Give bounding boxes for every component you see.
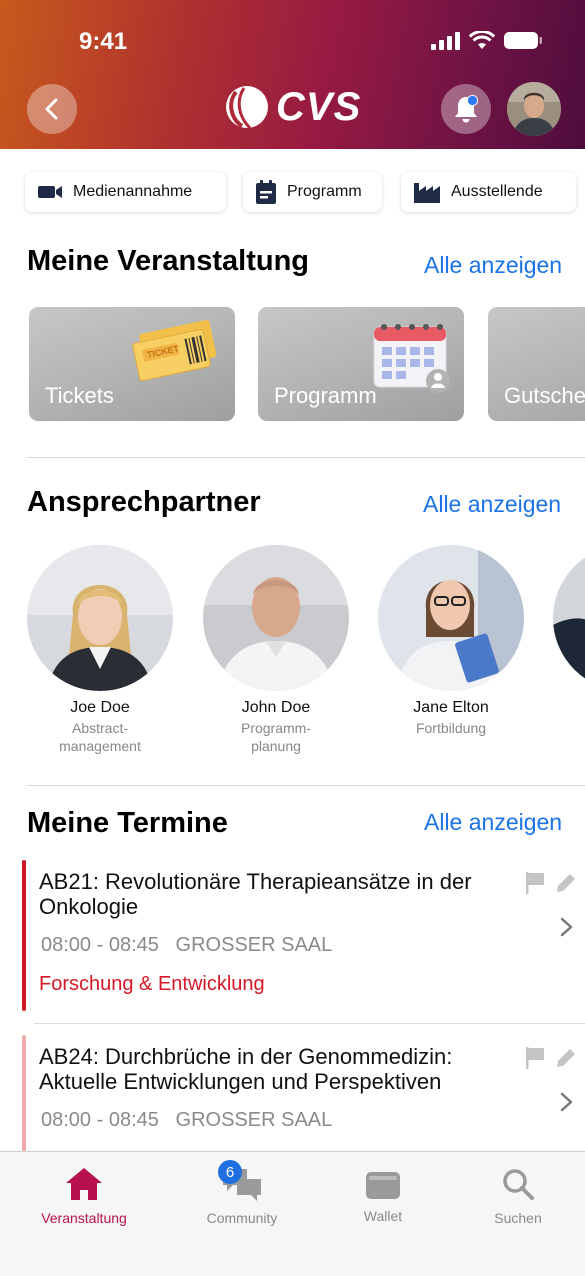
contact-photo [553, 545, 585, 691]
video-camera-icon [38, 186, 62, 198]
contact-role: Programm- planung [240, 720, 311, 754]
chip-medienannahme[interactable]: Medienannahme [25, 172, 226, 212]
calendar-icon [373, 324, 450, 393]
appointment-accent-bar [22, 860, 26, 1011]
appointment-time: 08:00 - 08:45 [41, 934, 159, 956]
contacts-section-title: Ansprechpartner [27, 486, 261, 518]
notification-dot [467, 95, 478, 106]
avatar-image [507, 82, 561, 136]
chip-programm[interactable]: Programm [243, 172, 382, 212]
notifications-button[interactable] [441, 84, 491, 134]
contact-card[interactable]: Jane Elton Fortbildung [376, 545, 526, 737]
events-show-all-link[interactable]: Alle anzeigen [424, 252, 562, 279]
contact-name: Jane Elton [413, 699, 489, 716]
chip-label: Medienannahme [73, 183, 193, 200]
appointments-section-title: Meine Termine [27, 807, 228, 839]
pencil-icon[interactable] [555, 872, 577, 894]
wifi-icon [469, 31, 495, 49]
appointment-meta: 08:00 - 08:45 GROSSER SAAL [41, 934, 332, 957]
pencil-icon[interactable] [555, 1047, 577, 1069]
contacts-show-all-link[interactable]: Alle anzeigen [423, 491, 561, 518]
logo-ball-icon [226, 86, 268, 130]
tile-programm[interactable]: Programm [258, 307, 464, 421]
tile-tickets[interactable]: TICKET Tickets [29, 307, 235, 421]
appointment-tag: Forschung & Entwicklung [39, 973, 265, 995]
appointment-room: GROSSER SAAL [175, 1109, 333, 1131]
quick-links: Medienannahme Programm Ausstellende [0, 172, 585, 212]
appointments-show-all-link[interactable]: Alle anzeigen [424, 809, 562, 836]
chevron-right-icon[interactable] [560, 917, 573, 937]
tab-community[interactable]: 6 Community [182, 1160, 302, 1226]
calendar-icon [256, 180, 276, 204]
events-section-title: Meine Veranstaltung [27, 245, 310, 277]
tab-suchen[interactable]: Suchen [458, 1164, 578, 1226]
contact-card[interactable]: John Doe Programm- planung [201, 545, 351, 755]
user-avatar[interactable] [507, 82, 561, 136]
chevron-left-icon [45, 98, 58, 120]
contact-photo-image [27, 545, 173, 691]
flag-icon[interactable] [525, 872, 545, 894]
signal-icon [431, 31, 460, 50]
appointment-accent-bar [22, 1035, 26, 1151]
contact-photo [27, 545, 173, 691]
contact-card[interactable]: Joe Doe Abstract- management [25, 545, 175, 755]
appointment-room: GROSSER SAAL [175, 934, 333, 956]
appointment-actions [525, 872, 577, 894]
tab-label: Wallet [363, 1208, 403, 1224]
bottom-tab-bar: Veranstaltung 6 Community Wallet Suchen [0, 1151, 585, 1276]
tab-wallet[interactable]: Wallet [323, 1164, 443, 1224]
tile-label: Gutsche [504, 383, 585, 408]
appointment-actions [525, 1047, 577, 1069]
contact-role: Fortbildung [415, 720, 487, 736]
tab-veranstaltung[interactable]: Veranstaltung [24, 1164, 144, 1226]
contact-name: John Doe [241, 699, 311, 716]
tile-gutscheine[interactable]: Gutsche [488, 307, 585, 421]
tile-label: Tickets [45, 383, 114, 408]
factory-icon [414, 183, 440, 203]
appointment-item[interactable]: AB24: Durchbrüche in der Genommedizin: A… [22, 1035, 585, 1151]
status-icons [431, 31, 543, 50]
tile-label: Programm [274, 383, 377, 408]
contact-photo [378, 545, 524, 691]
contact-photo-image [553, 545, 585, 691]
contacts-list: Joe Doe Abstract- management John Doe Pr… [0, 545, 585, 775]
chevron-right-icon[interactable] [560, 1092, 573, 1112]
contact-name: Joe Doe [70, 699, 130, 716]
contact-role: Abstract- management [59, 720, 141, 754]
status-time: 9:41 [79, 28, 128, 55]
cvs-logo: CVS [224, 84, 361, 130]
section-divider [27, 457, 585, 458]
home-icon [66, 1168, 102, 1200]
contact-photo [203, 545, 349, 691]
battery-icon [504, 32, 542, 49]
appointment-time: 08:00 - 08:45 [41, 1109, 159, 1131]
tab-label: Suchen [494, 1210, 542, 1226]
appointment-item[interactable]: AB21: Revolutionäre Therapieansätze in d… [22, 860, 585, 1012]
event-tiles: TICKET Tickets Programm Gutsche [0, 307, 585, 421]
flag-icon[interactable] [525, 1047, 545, 1069]
tab-label: Community [206, 1210, 278, 1226]
appointment-divider [34, 1023, 585, 1024]
wallet-icon [366, 1172, 400, 1199]
contact-photo-image [378, 545, 524, 691]
tab-label: Veranstaltung [41, 1210, 127, 1226]
contact-card[interactable] [551, 545, 585, 691]
appointment-title: AB24: Durchbrüche in der Genommedizin: A… [39, 1044, 453, 1094]
logo-text: CVS [276, 84, 362, 129]
chip-label: Programm [287, 183, 362, 200]
appointment-meta: 08:00 - 08:45 GROSSER SAAL [41, 1109, 332, 1132]
appointment-title: AB21: Revolutionäre Therapieansätze in d… [39, 869, 472, 919]
ticket-icon: TICKET [132, 319, 217, 382]
contact-photo-image [203, 545, 349, 691]
chip-ausstellende[interactable]: Ausstellende [401, 172, 576, 212]
section-divider [27, 785, 585, 786]
community-badge: 6 [218, 1160, 242, 1184]
chip-label: Ausstellende [451, 183, 543, 200]
search-icon [503, 1169, 534, 1200]
app-header: 9:41 CVS [0, 0, 585, 149]
back-button[interactable] [27, 84, 77, 134]
